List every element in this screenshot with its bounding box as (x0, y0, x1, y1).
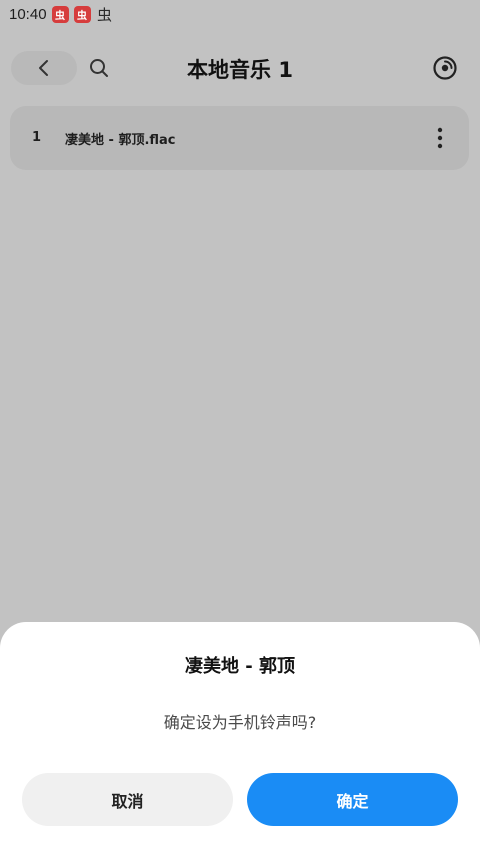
song-list-item[interactable]: 1 凄美地 - 郭顶.flac (10, 106, 469, 170)
notification-app-icon: 虫 (51, 5, 69, 23)
cancel-button[interactable]: 取消 (22, 773, 233, 826)
song-index: 1 (32, 130, 42, 145)
ringtone-confirm-dialog: 凄美地 - 郭顶 确定设为手机铃声吗? 取消 确定 (0, 622, 480, 853)
confirm-button[interactable]: 确定 (247, 773, 458, 826)
status-time: 10:40 (9, 5, 47, 23)
more-vertical-icon (437, 127, 443, 149)
notification-app-icon: 虫 (97, 5, 113, 24)
page-title: 本地音乐 1 (187, 58, 293, 82)
chevron-left-icon (39, 60, 48, 76)
now-playing-button[interactable] (430, 53, 460, 83)
more-options-button[interactable] (428, 122, 452, 154)
header: 本地音乐 1 (0, 44, 480, 92)
search-icon (90, 59, 108, 77)
back-button[interactable] (11, 51, 77, 85)
notification-app-icon: 虫 (73, 5, 91, 23)
song-title: 凄美地 - 郭顶.flac (65, 133, 176, 148)
dialog-title: 凄美地 - 郭顶 (184, 656, 295, 677)
dialog-message: 确定设为手机铃声吗? (163, 713, 317, 732)
status-bar: 10:40 虫 虫 虫 (0, 0, 480, 28)
music-app-screen: 10:40 虫 虫 虫 本地音乐 1 1 凄美地 - 郭顶.flac 凄美地 -… (0, 0, 480, 853)
disc-icon (433, 56, 457, 80)
search-button[interactable] (84, 51, 114, 85)
